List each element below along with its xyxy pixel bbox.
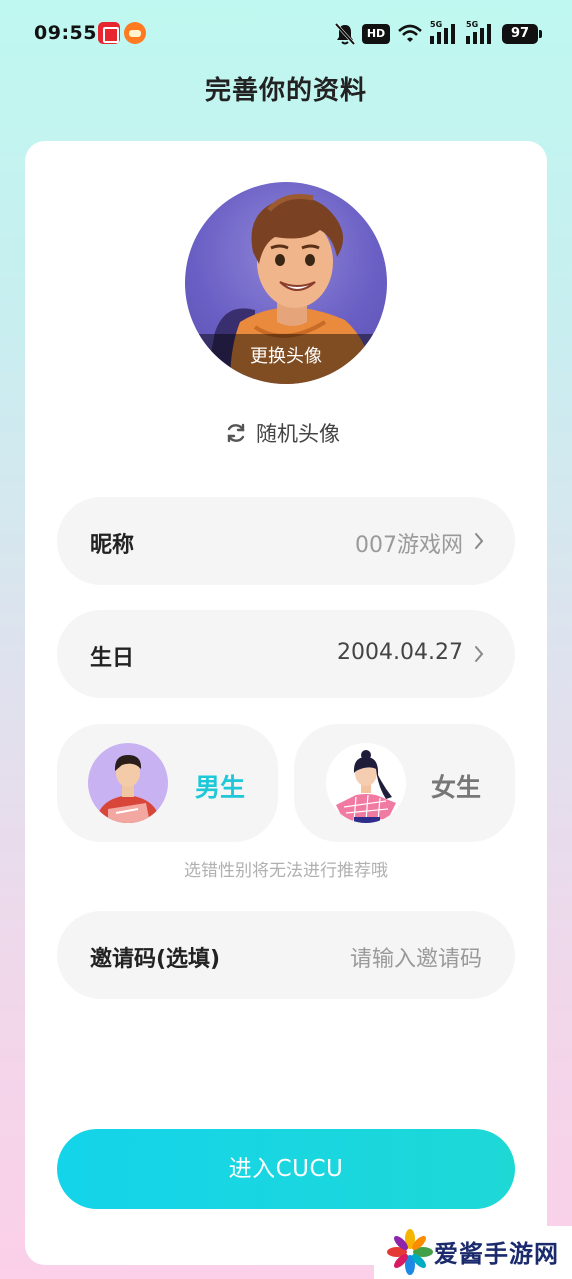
battery-icon: 97 [502,24,542,44]
gender-hint: 选错性别将无法进行推荐哦 [184,861,388,881]
watermark: 爱酱手游网 [374,1226,572,1279]
signal-5g-label: 5G [430,20,443,29]
status-time: 09:55 [34,22,97,44]
chevron-right-icon [475,646,484,662]
signal-icon: 5G [466,20,496,46]
nickname-value: 007游戏网 [355,533,463,558]
random-avatar-button[interactable]: 随机头像 [224,419,340,447]
nickname-label: 昵称 [90,533,135,558]
birthday-label: 生日 [90,646,135,671]
birthday-value: 2004.04.27 [337,640,463,665]
invite-code-input[interactable]: 请输入邀请码 [350,941,482,973]
watermark-text: 爱酱手游网 [434,1240,559,1268]
female-avatar [326,743,406,823]
food-app-icon [124,22,146,44]
change-avatar-label: 更换头像 [185,334,387,384]
signal-icon: 5G [430,20,460,46]
gender-option-male[interactable]: 男生 [57,724,278,842]
chevron-right-icon [475,533,484,549]
female-label: 女生 [431,773,482,802]
nickname-field[interactable]: 昵称 007游戏网 [57,497,515,585]
mute-bell-icon [334,22,356,46]
male-avatar [88,743,168,823]
invite-code-label: 邀请码(选填) [90,947,221,972]
wifi-icon [398,24,422,42]
signal-5g-label: 5G [466,20,479,29]
taobao-app-icon [98,22,120,44]
page-title: 完善你的资料 [204,76,367,106]
status-bar: 09:55 HD 5G 5G 97 [0,0,572,68]
pinwheel-logo-icon [387,1229,433,1275]
enter-button[interactable]: 进入CUCU [57,1129,515,1209]
refresh-icon [227,423,245,443]
hd-icon: HD [362,24,390,44]
invite-code-field[interactable]: 邀请码(选填) 请输入邀请码 [57,911,515,999]
gender-option-female[interactable]: 女生 [294,724,515,842]
male-label: 男生 [195,773,246,802]
avatar-picker[interactable]: 更换头像 [185,182,387,384]
birthday-field[interactable]: 生日 2004.04.27 [57,610,515,698]
random-avatar-label: 随机头像 [256,422,340,446]
